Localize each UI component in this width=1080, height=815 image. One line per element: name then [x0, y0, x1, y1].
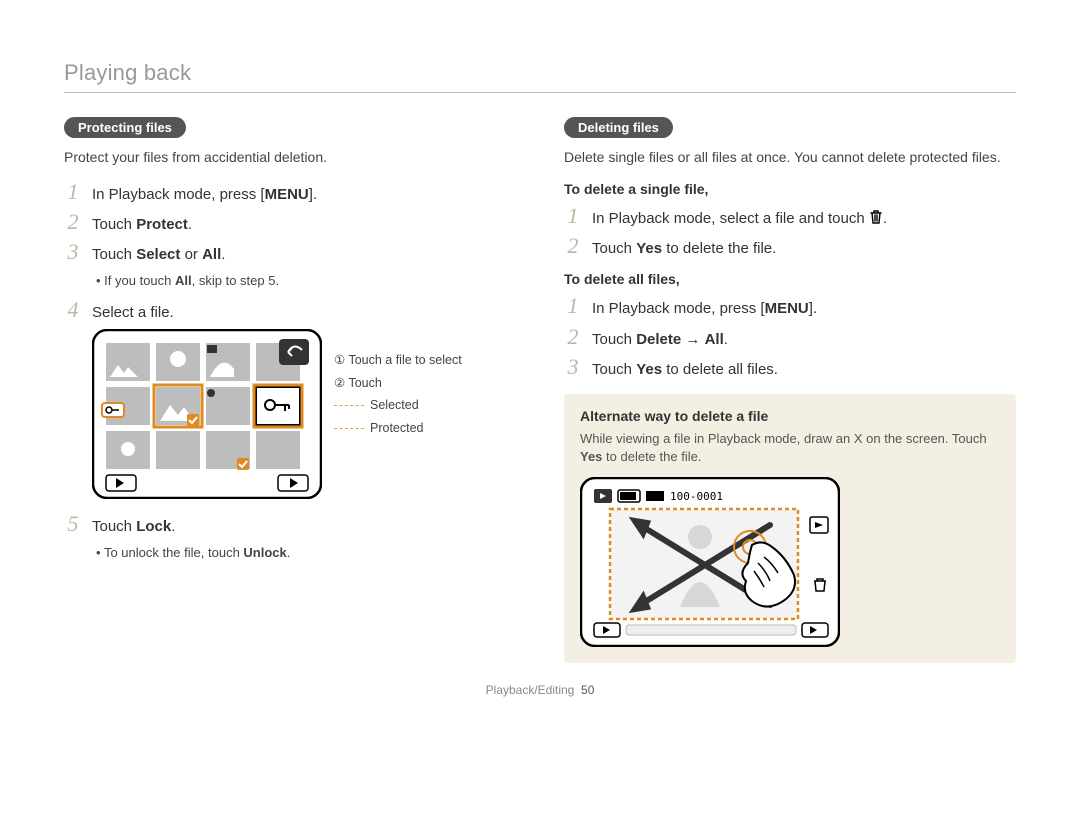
- step-num: 4: [64, 299, 82, 321]
- step-num: 5: [64, 513, 82, 535]
- alternate-box: Alternate way to delete a file While vie…: [564, 394, 1016, 662]
- step-text: Touch Select or All.: [92, 245, 225, 265]
- leader-line: [334, 428, 364, 429]
- col-deleting: Deleting files Delete single files or al…: [564, 117, 1016, 663]
- deleting-intro: Delete single files or all files at once…: [564, 148, 1016, 167]
- col-protecting: Protecting files Protect your files from…: [64, 117, 516, 663]
- section-pill-deleting: Deleting files: [564, 117, 673, 138]
- step-note: To unlock the file, touch Unlock.: [96, 544, 516, 562]
- trash-icon: [869, 209, 883, 225]
- file-id-label: 100-0001: [670, 490, 723, 503]
- step-note: If you touch All, skip to step 5.: [96, 272, 516, 290]
- step-text: Select a file.: [92, 303, 174, 323]
- step-text: Touch Yes to delete all files.: [592, 360, 778, 380]
- thumbnail-grid-figure: [92, 329, 322, 499]
- protecting-intro: Protect your files from accidential dele…: [64, 148, 516, 167]
- step-text: In Playback mode, press [MENU].: [92, 185, 317, 205]
- step-num: 3: [564, 356, 582, 378]
- section-pill-protecting: Protecting files: [64, 117, 186, 138]
- step-text: Touch Protect.: [92, 215, 192, 235]
- step-num: 1: [64, 181, 82, 203]
- subhead-all: To delete all files,: [564, 271, 1016, 287]
- step-text: Touch Lock.: [92, 517, 175, 537]
- callout: ② Touch: [334, 372, 382, 395]
- callout: Protected: [370, 417, 424, 440]
- step-num: 2: [564, 235, 582, 257]
- page-footer: Playback/Editing 50: [64, 683, 1016, 697]
- step-text: Touch Delete → All.: [592, 330, 728, 350]
- step-text: Touch Yes to delete the file.: [592, 239, 776, 259]
- alt-title: Alternate way to delete a file: [580, 408, 1000, 424]
- step-text: In Playback mode, select a file and touc…: [592, 209, 887, 229]
- step-num: 3: [64, 241, 82, 263]
- step-num: 2: [64, 211, 82, 233]
- page-title: Playing back: [64, 60, 191, 85]
- callout: Selected: [370, 394, 419, 417]
- step-text: In Playback mode, press [MENU].: [592, 299, 817, 319]
- alt-body: While viewing a file in Playback mode, d…: [580, 430, 1000, 466]
- step-num: 2: [564, 326, 582, 348]
- step-num: 1: [564, 205, 582, 227]
- draw-x-figure: 100-0001: [580, 477, 840, 647]
- subhead-single: To delete a single file,: [564, 181, 1016, 197]
- callout: ① Touch a file to select: [334, 349, 462, 372]
- step-num: 1: [564, 295, 582, 317]
- leader-line: [334, 405, 364, 406]
